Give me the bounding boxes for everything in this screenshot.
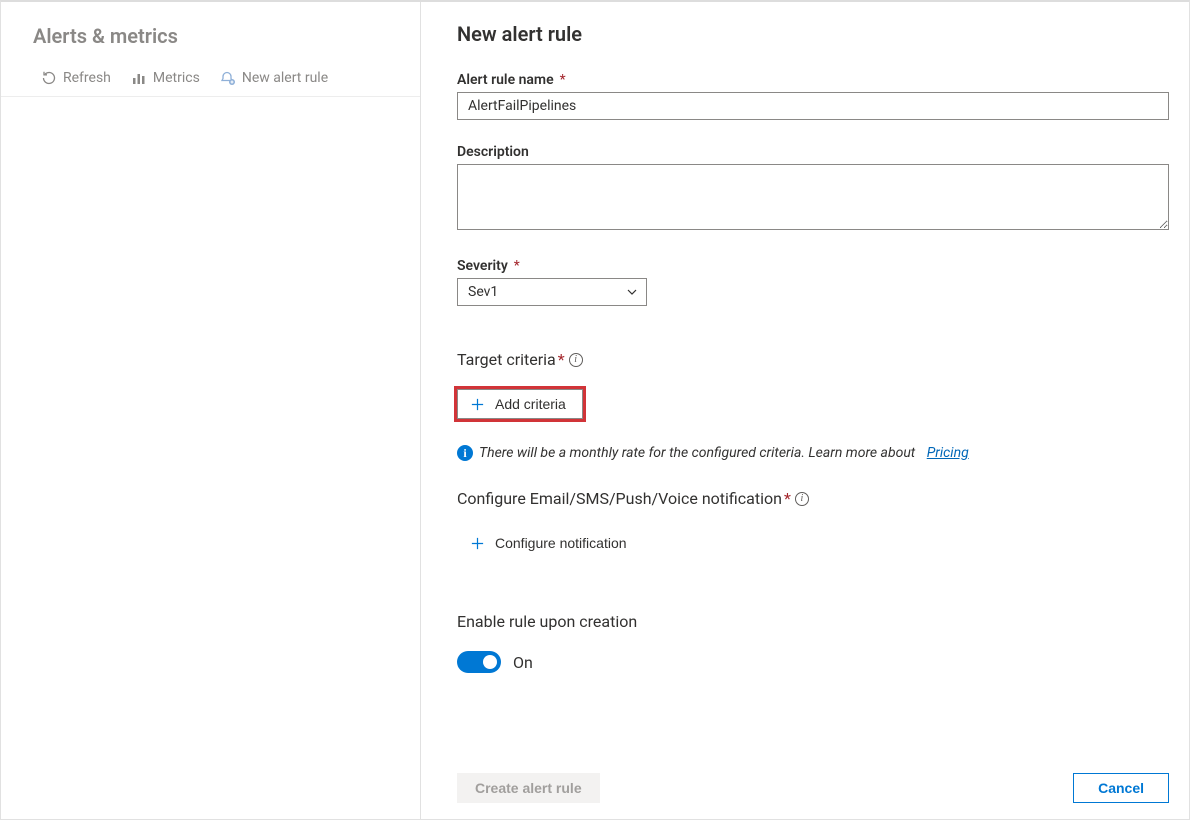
create-alert-rule-button[interactable]: Create alert rule bbox=[457, 773, 600, 803]
cancel-button[interactable]: Cancel bbox=[1073, 773, 1169, 803]
configure-notification-button[interactable]: Configure notification bbox=[457, 528, 644, 558]
required-mark: * bbox=[514, 258, 520, 274]
add-criteria-label: Add criteria bbox=[495, 396, 566, 412]
target-criteria-heading: Target criteria* i bbox=[457, 350, 1169, 369]
toggle-knob bbox=[483, 655, 497, 669]
required-mark: * bbox=[560, 72, 566, 88]
new-alert-rule-label: New alert rule bbox=[242, 70, 328, 86]
alert-rule-name-label: Alert rule name* bbox=[457, 72, 1169, 88]
required-mark: * bbox=[558, 350, 565, 369]
info-icon[interactable]: i bbox=[795, 492, 809, 506]
configure-notification-label: Configure notification bbox=[495, 535, 627, 551]
right-panel: New alert rule Alert rule name* Descript… bbox=[421, 2, 1189, 819]
left-panel: Alerts & metrics Refresh Metrics bbox=[1, 2, 421, 819]
refresh-button[interactable]: Refresh bbox=[41, 70, 111, 86]
left-panel-title: Alerts & metrics bbox=[1, 18, 420, 62]
pricing-link[interactable]: Pricing bbox=[927, 445, 969, 461]
info-badge-icon: i bbox=[457, 445, 473, 461]
description-textarea[interactable] bbox=[457, 164, 1169, 230]
severity-select[interactable]: Sev1 bbox=[457, 278, 647, 306]
toggle-state-label: On bbox=[513, 653, 533, 672]
refresh-label: Refresh bbox=[63, 70, 111, 86]
configure-notification-heading: Configure Email/SMS/Push/Voice notificat… bbox=[457, 489, 1169, 508]
add-criteria-button[interactable]: Add criteria bbox=[457, 389, 583, 419]
severity-value: Sev1 bbox=[468, 284, 498, 300]
enable-rule-toggle[interactable] bbox=[457, 651, 501, 673]
alert-rule-name-input[interactable] bbox=[457, 92, 1169, 120]
plus-icon bbox=[470, 397, 485, 412]
new-alert-rule-button[interactable]: New alert rule bbox=[220, 70, 328, 86]
enable-rule-heading: Enable rule upon creation bbox=[457, 612, 1169, 631]
alert-add-icon bbox=[220, 70, 236, 86]
metrics-label: Metrics bbox=[153, 70, 200, 86]
plus-icon bbox=[470, 536, 485, 551]
info-icon[interactable]: i bbox=[569, 353, 583, 367]
bar-chart-icon bbox=[131, 70, 147, 86]
description-label: Description bbox=[457, 144, 1169, 160]
refresh-icon bbox=[41, 70, 57, 86]
severity-label: Severity* bbox=[457, 258, 1169, 274]
footer-bar: Create alert rule Cancel bbox=[421, 763, 1189, 819]
chevron-down-icon bbox=[626, 286, 638, 298]
page-title: New alert rule bbox=[457, 22, 1169, 46]
pricing-note: i There will be a monthly rate for the c… bbox=[457, 445, 1169, 461]
left-toolbar: Refresh Metrics New alert rule bbox=[1, 62, 420, 97]
metrics-button[interactable]: Metrics bbox=[131, 70, 200, 86]
required-mark: * bbox=[784, 489, 791, 508]
